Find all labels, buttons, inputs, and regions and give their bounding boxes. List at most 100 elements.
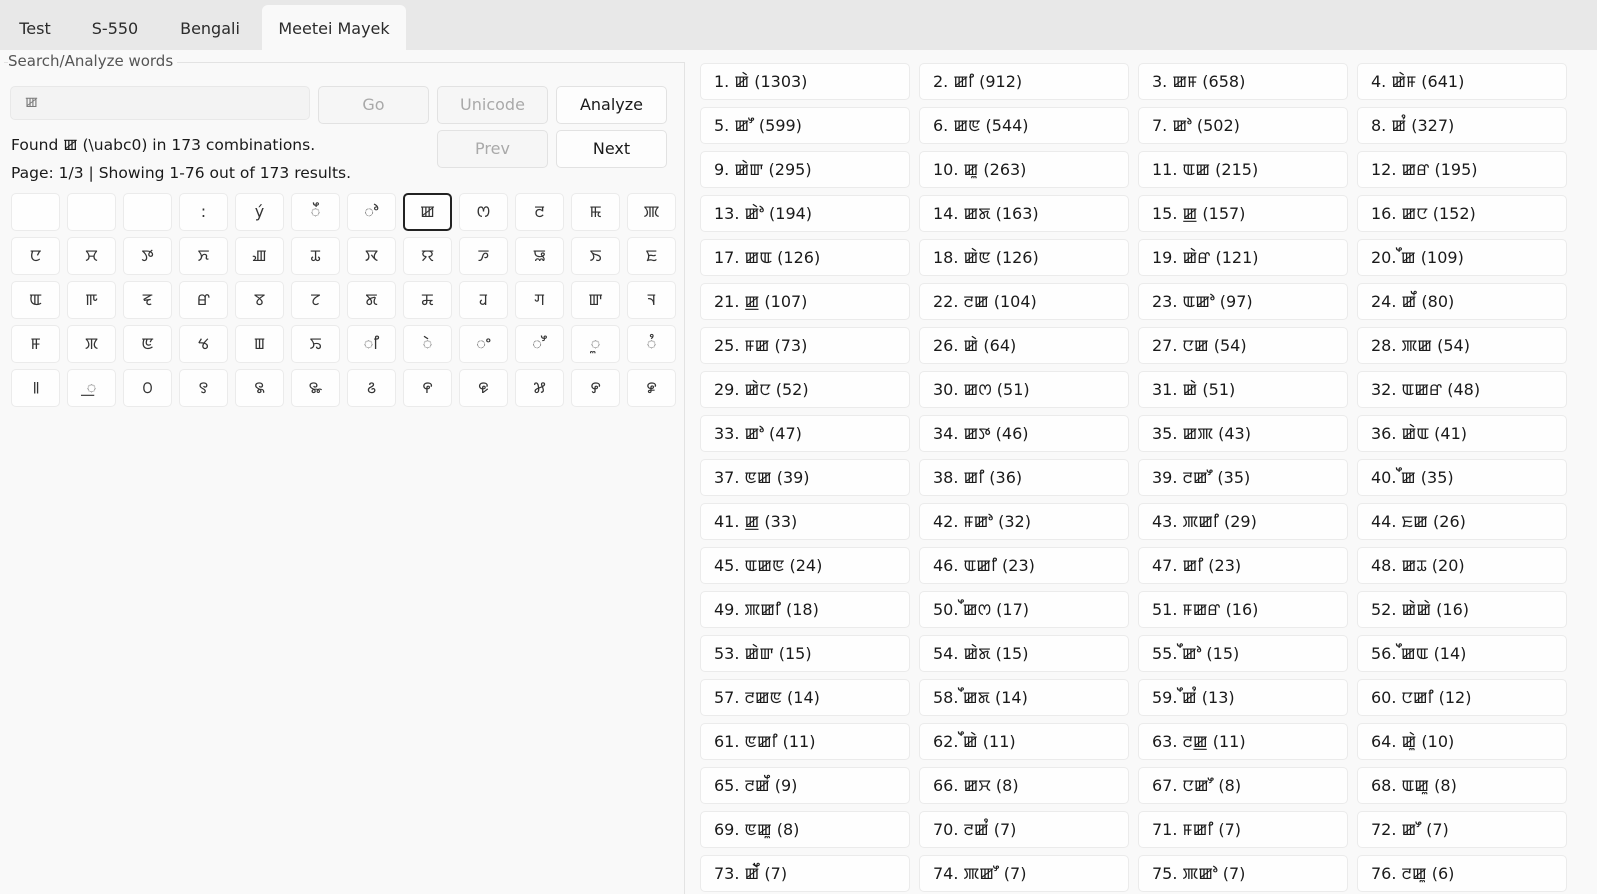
result-item[interactable]: 34. ꯀꯇ (46)	[919, 415, 1129, 452]
result-item[interactable]: 74. ꯄꯀꯧ (7)	[919, 855, 1129, 892]
result-item[interactable]: 1. ꯀꯥ (1303)	[700, 63, 910, 100]
result-item[interactable]: 26. ꯀꯥ (64)	[919, 327, 1129, 364]
result-item[interactable]: 75. ꯄꯀꯣ (7)	[1138, 855, 1348, 892]
result-item[interactable]: 15. ꯀ꯭ (157)	[1138, 195, 1348, 232]
key-button[interactable]	[11, 193, 60, 231]
key-button[interactable]: ꯰	[123, 369, 172, 407]
key-button[interactable]: ꯚ	[515, 281, 564, 319]
result-item[interactable]: 28. ꯄꯀ (54)	[1357, 327, 1567, 364]
result-item[interactable]: 38. ꯀꯤ (36)	[919, 459, 1129, 496]
result-item[interactable]: 21. ꯀ꯭ (107)	[700, 283, 910, 320]
key-button[interactable]: ꯄ	[627, 193, 676, 231]
result-item[interactable]: 57. ꯂꯀꯟ (14)	[700, 679, 910, 716]
key-button[interactable]	[67, 193, 116, 231]
result-item[interactable]: 54. ꯀꯥꯗ (15)	[919, 635, 1129, 672]
result-item[interactable]: 41. ꯀ꯭ (33)	[700, 503, 910, 540]
result-item[interactable]: 35. ꯀꯄ (43)	[1138, 415, 1348, 452]
result-item[interactable]: 44. ꯐꯀ (26)	[1357, 503, 1567, 540]
result-item[interactable]: 18. ꯀꯥꯟ (126)	[919, 239, 1129, 276]
key-button[interactable]: ꯙ	[459, 281, 508, 319]
result-item[interactable]: 6. ꯀꯟ (544)	[919, 107, 1129, 144]
key-button[interactable]: ꯢ	[291, 325, 340, 363]
key-button[interactable]: ꯤ	[347, 325, 396, 363]
result-item[interactable]: 19. ꯀꯥꯔ (121)	[1138, 239, 1348, 276]
key-button[interactable]: ꯍ	[459, 237, 508, 275]
tab-bengali[interactable]: Bengali	[168, 5, 252, 50]
key-button[interactable]: ꯐ	[627, 237, 676, 275]
result-item[interactable]: 45. ꯑꯀꯟ (24)	[700, 547, 910, 584]
result-item[interactable]: 59. ꯩꯀꯪ (13)	[1138, 679, 1348, 716]
key-button[interactable]: ꯞ	[67, 325, 116, 363]
key-button[interactable]: ꯂ	[515, 193, 564, 231]
key-button[interactable]: ꯌ	[403, 237, 452, 275]
key-button[interactable]: ꯉ	[235, 237, 284, 275]
key-button[interactable]: ꯊ	[291, 237, 340, 275]
result-item[interactable]: 46. ꯑꯀꯤ (23)	[919, 547, 1129, 584]
prev-button[interactable]: Prev	[437, 130, 548, 168]
result-item[interactable]: 7. ꯀꯣ (502)	[1138, 107, 1348, 144]
result-item[interactable]: 32. ꯑꯀꯔ (48)	[1357, 371, 1567, 408]
key-button[interactable]: ꯲	[235, 369, 284, 407]
result-item[interactable]: 14. ꯀꯗ (163)	[919, 195, 1129, 232]
result-item[interactable]: 51. ꯝꯀꯔ (16)	[1138, 591, 1348, 628]
result-item[interactable]: 11. ꯑꯀ (215)	[1138, 151, 1348, 188]
result-item[interactable]: 43. ꯄꯀꯤ (29)	[1138, 503, 1348, 540]
next-button[interactable]: Next	[556, 130, 667, 168]
key-button[interactable]: ꯡ	[235, 325, 284, 363]
key-button[interactable]: ꯵	[403, 369, 452, 407]
result-item[interactable]: 76. ꯂꯀꯨ (6)	[1357, 855, 1567, 892]
key-button[interactable]: ꯶	[459, 369, 508, 407]
key-button[interactable]: ꯁ	[459, 193, 508, 231]
key-button[interactable]: ꯇ	[123, 237, 172, 275]
key-button[interactable]: ꯎ	[515, 237, 564, 275]
key-button[interactable]: ꯫	[11, 369, 60, 407]
tab-meetei-mayek[interactable]: Meetei Mayek	[262, 5, 406, 50]
key-button[interactable]: ꯩ	[291, 193, 340, 231]
key-button[interactable]: ꯭	[67, 369, 116, 407]
result-item[interactable]: 69. ꯟꯀꯨ (8)	[700, 811, 910, 848]
key-button[interactable]: ꯪ	[627, 325, 676, 363]
key-button[interactable]: ꯘ	[403, 281, 452, 319]
unicode-button[interactable]: Unicode	[437, 86, 548, 124]
key-button[interactable]: ꯧ	[515, 325, 564, 363]
result-item[interactable]: 31. ꯀꯥ (51)	[1138, 371, 1348, 408]
key-button[interactable]: :	[179, 193, 228, 231]
tab-test[interactable]: Test	[8, 5, 62, 50]
result-item[interactable]: 29. ꯀꯥꯅ (52)	[700, 371, 910, 408]
result-item[interactable]: 56. ꯩꯀꯑ (14)	[1357, 635, 1567, 672]
result-item[interactable]: 20. ꯩꯀ (109)	[1357, 239, 1567, 276]
result-item[interactable]: 73. ꯀꯥꯩ (7)	[700, 855, 910, 892]
result-item[interactable]: 55. ꯩꯀꯣ (15)	[1138, 635, 1348, 672]
result-item[interactable]: 60. ꯅꯀꯤ (12)	[1357, 679, 1567, 716]
result-item[interactable]: 22. ꯂꯀ (104)	[919, 283, 1129, 320]
key-button[interactable]	[123, 193, 172, 231]
result-item[interactable]: 53. ꯀꯥꯛ (15)	[700, 635, 910, 672]
result-item[interactable]: 64. ꯀꯥꯨ (10)	[1357, 723, 1567, 760]
key-button[interactable]: ꯆ	[67, 237, 116, 275]
result-item[interactable]: 30. ꯀꯁ (51)	[919, 371, 1129, 408]
result-item[interactable]: 48. ꯀꯊ (20)	[1357, 547, 1567, 584]
result-item[interactable]: 40. ꯩꯀ (35)	[1357, 459, 1567, 496]
key-button[interactable]: ꯷	[515, 369, 564, 407]
result-item[interactable]: 71. ꯝꯀꯤ (7)	[1138, 811, 1348, 848]
key-button[interactable]: ꯛ	[571, 281, 620, 319]
result-item[interactable]: 17. ꯀꯑ (126)	[700, 239, 910, 276]
key-button[interactable]: ꯔ	[179, 281, 228, 319]
key-button[interactable]: ꯒ	[67, 281, 116, 319]
key-button[interactable]: ꯗ	[347, 281, 396, 319]
key-button[interactable]: ꯣ	[347, 193, 396, 231]
key-button[interactable]: ꯴	[347, 369, 396, 407]
result-item[interactable]: 39. ꯂꯀꯧ (35)	[1138, 459, 1348, 496]
result-item[interactable]: 8. ꯀꯪ (327)	[1357, 107, 1567, 144]
result-item[interactable]: 23. ꯑꯀꯣ (97)	[1138, 283, 1348, 320]
key-button[interactable]: ꯠ	[179, 325, 228, 363]
key-button[interactable]: ꯨ	[571, 325, 620, 363]
result-item[interactable]: 66. ꯀꯆ (8)	[919, 767, 1129, 804]
key-button[interactable]: ꯀ	[403, 193, 452, 231]
key-button[interactable]: ꯕ	[235, 281, 284, 319]
key-button[interactable]: ꯝ	[11, 325, 60, 363]
go-button[interactable]: Go	[318, 86, 429, 124]
result-item[interactable]: 42. ꯝꯀꯣ (32)	[919, 503, 1129, 540]
result-item[interactable]: 65. ꯂꯀꯩ (9)	[700, 767, 910, 804]
key-button[interactable]: ꯟ	[123, 325, 172, 363]
